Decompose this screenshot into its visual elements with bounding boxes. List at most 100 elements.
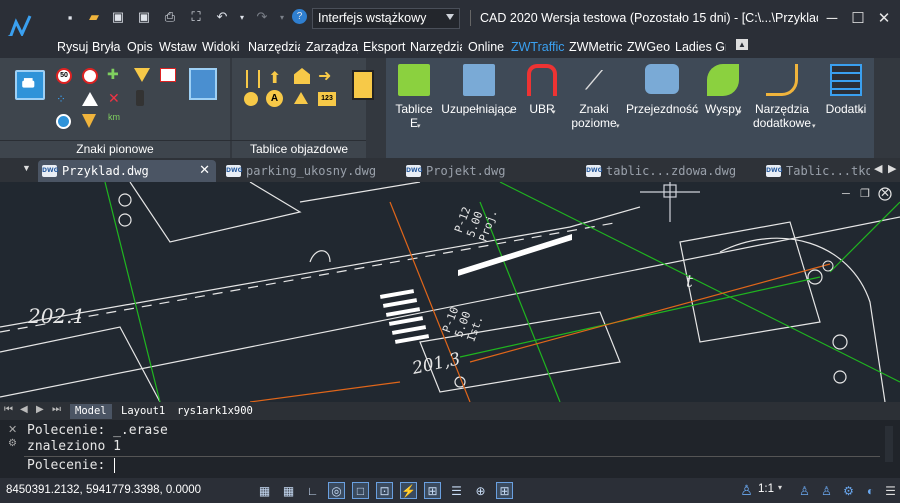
viewport-close-icon[interactable]: ✕ (880, 186, 890, 200)
menu-online[interactable]: Online (468, 40, 504, 54)
barrier-icon[interactable] (246, 70, 260, 88)
redo-dropdown-icon[interactable]: ▾ (274, 9, 290, 25)
layout-tab-layout1[interactable]: Layout1 (116, 404, 170, 419)
car-sign-icon[interactable] (15, 70, 45, 100)
przejezdnosc-button[interactable]: Przejezdność (626, 64, 698, 116)
command-close-icon[interactable]: ✕ (8, 423, 17, 436)
chevron-down-icon[interactable]: ▾ (812, 122, 816, 130)
ubr-button[interactable]: UBR (522, 64, 562, 116)
next-layout-icon[interactable]: ▶ (36, 404, 44, 415)
redo-icon[interactable]: ↷ (254, 9, 270, 25)
delete-sign-icon[interactable]: ✕ (108, 90, 120, 107)
tablice-e-button[interactable]: Tablice E (394, 64, 434, 130)
intersection-icon[interactable]: ✚ (107, 66, 125, 84)
composite-sign-icon[interactable] (189, 68, 217, 100)
doc-tab-tablic-tkom[interactable]: DWG Tablic...tkom (762, 160, 870, 182)
ortho-icon[interactable]: ∟ (304, 482, 321, 499)
narzedzia-dodatkowe-button[interactable]: Narzędzia dodatkowe (746, 64, 818, 130)
command-settings-icon[interactable]: ⚙ (8, 438, 17, 449)
lineweight-display-icon[interactable]: ☰ (448, 482, 465, 499)
menu-zwtraffic[interactable]: ZWTraffic (511, 40, 565, 54)
annotation-scale-value[interactable]: 1:1 (758, 483, 774, 495)
number-sign-icon[interactable]: 123 (318, 92, 336, 106)
customize-icon[interactable]: ☰ (882, 482, 899, 499)
undo-dropdown-icon[interactable]: ▾ (234, 9, 250, 25)
lineweight-icon[interactable]: ⚡ (400, 482, 417, 499)
uzupelniajace-button[interactable]: Uzupełniające (440, 64, 518, 116)
traffic-light-icon[interactable] (136, 90, 144, 106)
dot-sign-icon[interactable] (244, 92, 258, 106)
undo-icon[interactable]: ↶ (214, 9, 230, 25)
auto-scale-icon[interactable]: ♙ (818, 482, 835, 499)
clean-screen-icon[interactable]: ◐ (862, 482, 879, 499)
annotation-visibility-icon[interactable]: ♙ (796, 482, 813, 499)
layout-tab-rys1ark[interactable]: rys1ark1x900 (172, 404, 258, 419)
command-scrollbar[interactable] (885, 426, 893, 462)
object-snap-icon[interactable]: □ (352, 482, 369, 499)
sign-a-icon[interactable]: A (266, 90, 283, 107)
open-folder-icon[interactable]: ▰ (86, 9, 102, 25)
arrow-up-icon[interactable]: ⬆ (268, 68, 281, 88)
dynamic-input-icon[interactable]: ⊞ (424, 482, 441, 499)
info-sign-icon[interactable] (160, 68, 176, 82)
save-as-icon[interactable]: ▣ (136, 9, 152, 25)
menu-zwmetric[interactable]: ZWMetric (569, 40, 622, 54)
minimize-icon[interactable]: ─ (822, 8, 842, 28)
workspace-select[interactable]: Interfejs wstążkowy (312, 8, 460, 29)
ribbon-collapse-icon[interactable]: ▲ (736, 39, 748, 50)
chevron-down-icon[interactable]: ▾ (616, 122, 620, 130)
arrow-right-icon[interactable]: ➜ (318, 66, 331, 86)
menu-zwgeo[interactable]: ZWGeo (627, 40, 670, 54)
viewport-minimize-icon[interactable]: ─ (842, 188, 850, 200)
doc-tab-tablic-zdowa[interactable]: DWG tablic...zdowa.dwg (582, 160, 758, 182)
zoom-extents-icon[interactable]: ⛶ (188, 9, 204, 25)
close-icon[interactable]: ✕ (874, 8, 894, 28)
tab-scroll-left-icon[interactable]: ◀ (874, 162, 882, 175)
menu-opis[interactable]: Opis (127, 40, 153, 54)
speed-limit-icon[interactable]: 50 (56, 68, 72, 84)
chevron-down-icon[interactable]: ▾ (738, 108, 742, 116)
menu-eksport[interactable]: Eksport (363, 40, 405, 54)
print-icon[interactable]: ⎙ (162, 9, 178, 25)
annotation-scale-icon[interactable]: ♙ (738, 482, 755, 499)
chevron-down-icon[interactable]: ▾ (778, 483, 782, 492)
detour-board-icon[interactable] (352, 70, 374, 100)
last-layout-icon[interactable]: ⏭ (52, 404, 61, 415)
maximize-icon[interactable]: ☐ (848, 8, 868, 28)
doc-tab-projekt[interactable]: DWG Projekt.dwg (402, 160, 572, 182)
menu-narzedzia-2[interactable]: Narzędzia (410, 40, 462, 54)
tab-scroll-right-icon[interactable]: ▶ (888, 162, 896, 175)
close-tab-icon[interactable]: ✕ (199, 163, 210, 178)
command-input[interactable]: Polecenie: (27, 458, 123, 473)
viewport-restore-icon[interactable]: ❐ (860, 187, 870, 200)
km-icon[interactable]: km (108, 112, 120, 122)
snap-tracking-icon[interactable]: ⊡ (376, 482, 393, 499)
workspace-gear-icon[interactable]: ⚙ (840, 482, 857, 499)
layout-tab-model[interactable]: Model (70, 404, 112, 419)
tabs-menu-icon[interactable]: ▼ (22, 163, 31, 173)
polar-tracking-icon[interactable]: ◎ (328, 482, 345, 499)
menu-widoki[interactable]: Widoki (202, 40, 240, 54)
chevron-down-icon[interactable]: ▾ (860, 108, 864, 116)
menu-ladies[interactable]: Ladies Gr (675, 40, 726, 54)
save-icon[interactable]: ▣ (110, 9, 126, 25)
help-icon[interactable]: ? (292, 9, 307, 24)
first-layout-icon[interactable]: ⏮ (4, 404, 13, 415)
round-sign-icon[interactable] (56, 114, 71, 129)
snap-icon[interactable]: ▦ (280, 482, 297, 499)
chevron-down-icon[interactable]: ▾ (552, 108, 556, 116)
menu-rysuj[interactable]: Rysuj (57, 40, 88, 54)
no-entry-icon[interactable] (82, 68, 98, 84)
menu-zarzadzaj[interactable]: Zarządzaj (306, 40, 358, 54)
doc-tab-parking[interactable]: DWG parking_ukosny.dwg (222, 160, 392, 182)
chevron-down-icon[interactable]: ▾ (695, 108, 699, 116)
znaki-poziome-button[interactable]: ⟋ Znaki poziome (566, 64, 622, 130)
selection-cycling-icon[interactable]: ⊕ (472, 482, 489, 499)
dots-icon[interactable]: ⁘ (56, 92, 70, 106)
chevron-down-icon[interactable]: ▾ (509, 108, 513, 116)
menu-wstaw[interactable]: Wstaw (159, 40, 197, 54)
prev-layout-icon[interactable]: ◀ (20, 404, 28, 415)
menu-bryla[interactable]: Bryła (92, 40, 120, 54)
annotation-icon[interactable]: ⊞ (496, 482, 513, 499)
drawing-canvas[interactable]: 202.1 201,3 P-12 5.00 Proj. P-10 5.00 Is… (0, 182, 900, 402)
